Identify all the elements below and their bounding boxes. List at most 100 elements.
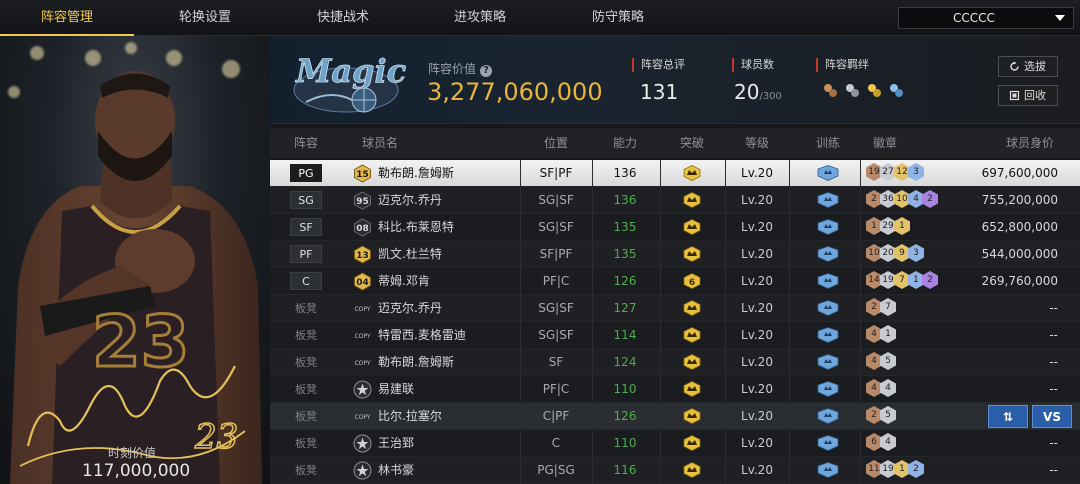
slot-cell[interactable]: 板凳	[288, 376, 324, 402]
help-icon[interactable]: ?	[480, 65, 493, 77]
breakthrough-icon[interactable]	[683, 462, 701, 478]
tab-lineup[interactable]: 阵容管理	[0, 0, 134, 36]
player-name[interactable]: 特雷西.麦格雷迪	[378, 322, 518, 348]
swap-button[interactable]: ⇅	[988, 405, 1028, 428]
breakthrough-icon[interactable]: 6	[683, 273, 701, 289]
training-icon[interactable]	[817, 165, 839, 181]
table-row[interactable]: SF 08 科比.布莱恩特 SG|SF 135 Lv.20 1 29 1 652,8…	[270, 214, 1080, 241]
account-select[interactable]: CCCCC	[898, 7, 1074, 29]
divider	[660, 430, 661, 457]
breakthrough-icon[interactable]	[683, 192, 701, 208]
slot-cell[interactable]: 板凳	[288, 349, 324, 375]
table-row[interactable]: 板凳 COPY 比尔.拉塞尔 C|PF 126 Lv.20 25 ⇅ VS	[270, 403, 1080, 430]
breakthrough-icon[interactable]	[683, 246, 701, 262]
training-icon[interactable]	[817, 192, 839, 208]
training-icon[interactable]	[817, 408, 839, 424]
col-training[interactable]: 训练	[798, 128, 858, 158]
table-row[interactable]: 板凳 COPY 迈克尔.乔丹 SG|SF 127 Lv.20 27 --	[270, 295, 1080, 322]
breakthrough-icon[interactable]	[683, 300, 701, 316]
player-name[interactable]: 王治郅	[378, 430, 518, 456]
divider	[860, 349, 861, 376]
tab-defense[interactable]: 防守策略	[550, 0, 686, 36]
col-position[interactable]: 位置	[520, 128, 592, 158]
col-level[interactable]: 等级	[725, 128, 789, 158]
tab-rotation[interactable]: 轮换设置	[134, 0, 276, 36]
training-icon[interactable]	[817, 462, 839, 478]
player-name[interactable]: 迈克尔.乔丹	[378, 295, 518, 321]
breakthrough-icon[interactable]	[683, 327, 701, 343]
table-row[interactable]: 板凳 COPY 勒布朗.詹姆斯 SF 124 Lv.20 45 --	[270, 349, 1080, 376]
col-player-name[interactable]: 球员名	[350, 128, 410, 158]
player-name[interactable]: 迈克尔.乔丹	[378, 187, 518, 213]
jersey-number-badge: 04	[354, 272, 371, 291]
training-icon[interactable]	[817, 381, 839, 397]
player-level: Lv.20	[741, 220, 773, 234]
player-name[interactable]: 比尔.拉塞尔	[378, 403, 518, 429]
table-row[interactable]: 板凳 易建联 PF|C 110 Lv.20 44 --	[270, 376, 1080, 403]
training-icon[interactable]	[817, 273, 839, 289]
col-ability[interactable]: 能力	[590, 128, 660, 158]
breakthrough-icon[interactable]	[683, 408, 701, 424]
breakthrough-icon[interactable]	[683, 381, 701, 397]
player-name[interactable]: 勒布朗.詹姆斯	[378, 160, 518, 186]
player-name[interactable]: 勒布朗.詹姆斯	[378, 349, 518, 375]
player-card[interactable]: 23 23 时刻价值 117,000,000	[0, 36, 270, 484]
training-icon[interactable]	[817, 354, 839, 370]
vs-compare-button[interactable]: VS	[1032, 405, 1072, 428]
recycle-button[interactable]: 回收	[998, 85, 1058, 106]
bench-label: 板凳	[295, 329, 317, 342]
slot-cell[interactable]: SG	[288, 187, 324, 213]
breakthrough-icon[interactable]	[683, 435, 701, 451]
slot-cell[interactable]: 板凳	[288, 403, 324, 429]
badge-hex: 6	[866, 433, 882, 451]
player-name[interactable]: 科比.布莱恩特	[378, 214, 518, 240]
col-breakthrough[interactable]: 突破	[662, 128, 722, 158]
tab-offense[interactable]: 进攻策略	[410, 0, 550, 36]
slot-cell[interactable]: 板凳	[288, 322, 324, 348]
bond-icon-gold[interactable]	[866, 82, 883, 99]
slot-cell[interactable]: SF	[288, 214, 324, 240]
col-badges[interactable]: 徽章	[860, 128, 910, 158]
table-row[interactable]: PG 15 勒布朗.詹姆斯 SF|PF 136 Lv.20 19 27 12 3 69…	[270, 160, 1080, 187]
tab-quick-tactics[interactable]: 快捷战术	[276, 0, 410, 36]
slot-cell[interactable]: 板凳	[288, 430, 324, 456]
breakthrough-icon[interactable]	[683, 165, 701, 181]
player-name[interactable]: 凯文.杜兰特	[378, 241, 518, 267]
slot-cell[interactable]: PF	[288, 241, 324, 267]
training-icon[interactable]	[817, 327, 839, 343]
breakthrough-icon[interactable]	[683, 219, 701, 235]
col-player-value[interactable]: 球员身价	[990, 128, 1070, 158]
training-icon[interactable]	[817, 219, 839, 235]
lineup-value: 3,277,060,000	[427, 78, 603, 106]
table-row[interactable]: PF 13 凯文.杜兰特 SF|PF 135 Lv.20 10 20 9 3 544,…	[270, 241, 1080, 268]
training-icon[interactable]	[817, 246, 839, 262]
table-row[interactable]: 板凳 林书豪 PG|SG 116 Lv.20 11 19 1 2 --	[270, 457, 1080, 484]
badge-hex: 1	[880, 325, 896, 343]
player-position: SF	[548, 355, 564, 369]
bond-icon-silver[interactable]	[844, 82, 861, 99]
refresh-icon	[1010, 61, 1019, 71]
slot-cell[interactable]: PG	[288, 160, 324, 186]
player-name[interactable]: 易建联	[378, 376, 518, 402]
divider	[660, 349, 661, 376]
player-name[interactable]: 蒂姆.邓肯	[378, 268, 518, 294]
player-value: 269,760,000	[981, 274, 1058, 288]
training-icon[interactable]	[817, 435, 839, 451]
table-row[interactable]: 板凳 COPY 特雷西.麦格雷迪 SG|SF 114 Lv.20 41 --	[270, 322, 1080, 349]
player-position: C|PF	[542, 409, 570, 423]
player-name[interactable]: 林书豪	[378, 457, 518, 483]
slot-cell[interactable]: C	[288, 268, 324, 294]
overall-value: 131	[640, 80, 679, 104]
table-row[interactable]: C 04 蒂姆.邓肯 PF|C 126 6 Lv.20 14 19 7 1 2 269,…	[270, 268, 1080, 295]
breakthrough-icon[interactable]	[683, 354, 701, 370]
bond-icon-blue[interactable]	[888, 82, 905, 99]
divider	[789, 214, 790, 241]
pick-button[interactable]: 选拔	[998, 56, 1058, 77]
col-slot[interactable]: 阵容	[284, 128, 328, 158]
slot-cell[interactable]: 板凳	[288, 295, 324, 321]
slot-cell[interactable]: 板凳	[288, 457, 324, 483]
training-icon[interactable]	[817, 300, 839, 316]
table-row[interactable]: SG 95 迈克尔.乔丹 SG|SF 136 Lv.20 2 36 10 4 2 755…	[270, 187, 1080, 214]
table-row[interactable]: 板凳 王治郅 C 110 Lv.20 64 --	[270, 430, 1080, 457]
bond-icon-bronze[interactable]	[822, 82, 839, 99]
